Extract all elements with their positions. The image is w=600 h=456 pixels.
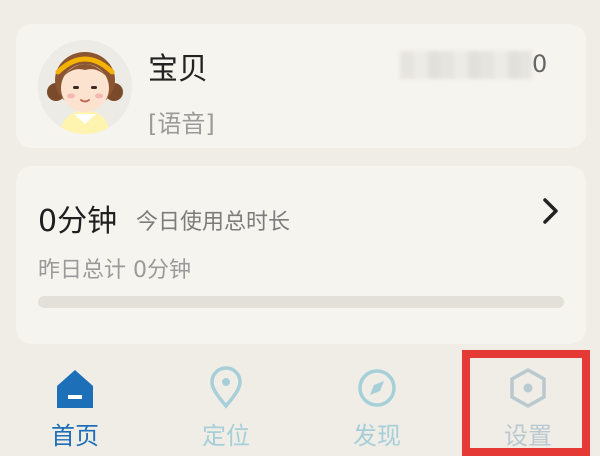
- location-pin-icon: [210, 366, 242, 409]
- profile-tag: [语音]: [148, 110, 215, 138]
- tab-settings[interactable]: 设置: [473, 352, 583, 450]
- today-usage-value: 0分钟: [38, 204, 118, 239]
- tab-location-label: 定位: [202, 422, 250, 450]
- usage-card[interactable]: 0分钟 今日使用总时长 昨日总计 0分钟: [16, 166, 586, 344]
- profile-card[interactable]: 宝贝 [语音] 0: [16, 24, 586, 148]
- tab-location[interactable]: 定位: [171, 352, 281, 450]
- tab-settings-label: 设置: [504, 422, 552, 450]
- avatar[interactable]: [38, 40, 132, 134]
- compass-icon: [358, 369, 396, 407]
- tab-discover[interactable]: 发现: [322, 352, 432, 450]
- usage-progress-bar: [38, 296, 564, 308]
- tab-home-label: 首页: [51, 422, 99, 450]
- tab-home[interactable]: 首页: [20, 352, 130, 450]
- settings-hexagon-icon: [510, 368, 546, 408]
- bottom-nav: 首页 定位 发现 设置: [0, 352, 600, 450]
- today-usage-label: 今日使用总时长: [136, 210, 291, 235]
- tab-discover-label: 发现: [353, 422, 401, 450]
- yesterday-usage: 昨日总计 0分钟: [38, 258, 191, 283]
- blurred-device-id: [400, 51, 532, 79]
- home-icon: [57, 370, 93, 408]
- device-id-tail: 0: [532, 50, 548, 78]
- chevron-right-icon[interactable]: [536, 194, 564, 228]
- girl-avatar-icon: [38, 40, 132, 134]
- profile-name: 宝贝: [148, 52, 208, 87]
